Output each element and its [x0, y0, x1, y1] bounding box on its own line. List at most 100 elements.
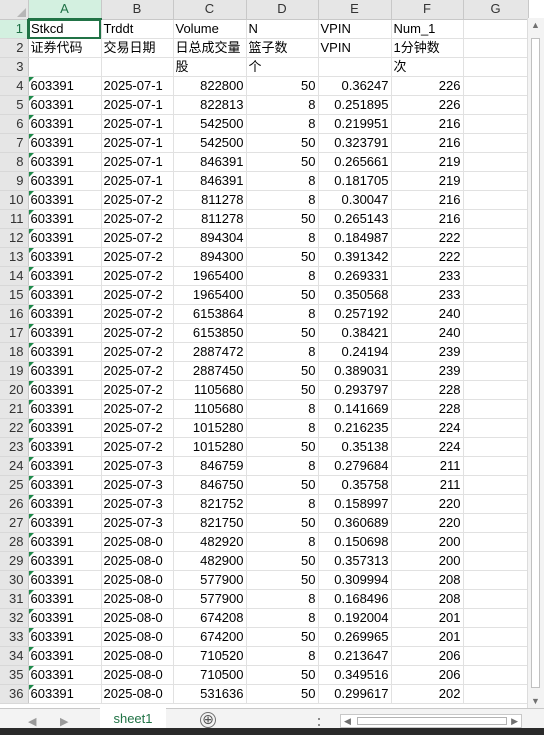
scroll-down-icon[interactable]: ▼: [531, 696, 540, 706]
cell-g9[interactable]: [463, 171, 529, 191]
cell-f11[interactable]: 216: [391, 209, 464, 229]
cell-g12[interactable]: [463, 228, 529, 248]
tab-splitter-handle[interactable]: [318, 715, 320, 729]
cell-f28[interactable]: 200: [391, 532, 464, 552]
cell-e3[interactable]: [318, 57, 392, 77]
cell-g4[interactable]: [463, 76, 529, 96]
cell-c14[interactable]: 1965400: [173, 266, 247, 286]
cell-c23[interactable]: 1015280: [173, 437, 247, 457]
cell-a12[interactable]: 603391: [28, 228, 102, 248]
row-header[interactable]: 23: [0, 437, 29, 457]
cell-e2[interactable]: VPIN: [318, 38, 392, 58]
cell-f1[interactable]: Num_1: [391, 19, 464, 39]
cell-b33[interactable]: 2025-08-0: [101, 627, 174, 647]
cell-b9[interactable]: 2025-07-1: [101, 171, 174, 191]
cell-a35[interactable]: 603391: [28, 665, 102, 685]
select-all-corner[interactable]: [0, 0, 29, 20]
cell-g21[interactable]: [463, 399, 529, 419]
cell-g27[interactable]: [463, 513, 529, 533]
cell-c28[interactable]: 482920: [173, 532, 247, 552]
cell-e5[interactable]: 0.251895: [318, 95, 392, 115]
cell-f6[interactable]: 216: [391, 114, 464, 134]
cell-g25[interactable]: [463, 475, 529, 495]
cell-d4[interactable]: 50: [246, 76, 319, 96]
cell-b32[interactable]: 2025-08-0: [101, 608, 174, 628]
cell-a20[interactable]: 603391: [28, 380, 102, 400]
row-header[interactable]: 28: [0, 532, 29, 552]
cell-c17[interactable]: 6153850: [173, 323, 247, 343]
cell-c16[interactable]: 6153864: [173, 304, 247, 324]
cell-b4[interactable]: 2025-07-1: [101, 76, 174, 96]
cell-f20[interactable]: 228: [391, 380, 464, 400]
cell-c30[interactable]: 577900: [173, 570, 247, 590]
cell-g22[interactable]: [463, 418, 529, 438]
column-header-a[interactable]: A: [28, 0, 102, 20]
cell-e18[interactable]: 0.24194: [318, 342, 392, 362]
cell-e17[interactable]: 0.38421: [318, 323, 392, 343]
cell-b19[interactable]: 2025-07-2: [101, 361, 174, 381]
cell-a4[interactable]: 603391: [28, 76, 102, 96]
cell-c13[interactable]: 894300: [173, 247, 247, 267]
vertical-scrollbar[interactable]: ▲ ▼: [527, 18, 544, 708]
cell-c6[interactable]: 542500: [173, 114, 247, 134]
cell-d16[interactable]: 8: [246, 304, 319, 324]
cell-c7[interactable]: 542500: [173, 133, 247, 153]
cell-f7[interactable]: 216: [391, 133, 464, 153]
row-header[interactable]: 36: [0, 684, 29, 704]
cell-a1[interactable]: Stkcd: [28, 19, 102, 39]
cell-d30[interactable]: 50: [246, 570, 319, 590]
cell-c25[interactable]: 846750: [173, 475, 247, 495]
cell-e33[interactable]: 0.269965: [318, 627, 392, 647]
cell-b12[interactable]: 2025-07-2: [101, 228, 174, 248]
cell-d33[interactable]: 50: [246, 627, 319, 647]
cell-a8[interactable]: 603391: [28, 152, 102, 172]
cell-a16[interactable]: 603391: [28, 304, 102, 324]
cell-e30[interactable]: 0.309994: [318, 570, 392, 590]
cell-d17[interactable]: 50: [246, 323, 319, 343]
cell-f9[interactable]: 219: [391, 171, 464, 191]
cell-a19[interactable]: 603391: [28, 361, 102, 381]
cell-a13[interactable]: 603391: [28, 247, 102, 267]
cell-a33[interactable]: 603391: [28, 627, 102, 647]
cell-d15[interactable]: 50: [246, 285, 319, 305]
row-header[interactable]: 20: [0, 380, 29, 400]
cell-d31[interactable]: 8: [246, 589, 319, 609]
cell-g23[interactable]: [463, 437, 529, 457]
cell-d27[interactable]: 50: [246, 513, 319, 533]
row-header[interactable]: 18: [0, 342, 29, 362]
row-header[interactable]: 14: [0, 266, 29, 286]
cell-c10[interactable]: 811278: [173, 190, 247, 210]
cell-b6[interactable]: 2025-07-1: [101, 114, 174, 134]
cell-g31[interactable]: [463, 589, 529, 609]
cell-b25[interactable]: 2025-07-3: [101, 475, 174, 495]
cell-e26[interactable]: 0.158997: [318, 494, 392, 514]
cell-f12[interactable]: 222: [391, 228, 464, 248]
cell-b30[interactable]: 2025-08-0: [101, 570, 174, 590]
cell-a14[interactable]: 603391: [28, 266, 102, 286]
cell-f31[interactable]: 208: [391, 589, 464, 609]
cell-f10[interactable]: 216: [391, 190, 464, 210]
cell-c27[interactable]: 821750: [173, 513, 247, 533]
cell-g34[interactable]: [463, 646, 529, 666]
cell-f21[interactable]: 228: [391, 399, 464, 419]
cell-a23[interactable]: 603391: [28, 437, 102, 457]
cell-e12[interactable]: 0.184987: [318, 228, 392, 248]
row-header[interactable]: 35: [0, 665, 29, 685]
cell-e10[interactable]: 0.30047: [318, 190, 392, 210]
cell-a27[interactable]: 603391: [28, 513, 102, 533]
cell-d34[interactable]: 8: [246, 646, 319, 666]
row-header[interactable]: 25: [0, 475, 29, 495]
cell-d28[interactable]: 8: [246, 532, 319, 552]
cell-d8[interactable]: 50: [246, 152, 319, 172]
cell-g6[interactable]: [463, 114, 529, 134]
cell-a25[interactable]: 603391: [28, 475, 102, 495]
row-header[interactable]: 19: [0, 361, 29, 381]
cell-f34[interactable]: 206: [391, 646, 464, 666]
cell-d2[interactable]: 篮子数: [246, 38, 319, 58]
cell-e1[interactable]: VPIN: [318, 19, 392, 39]
cell-g33[interactable]: [463, 627, 529, 647]
cell-g28[interactable]: [463, 532, 529, 552]
cell-b1[interactable]: Trddt: [101, 19, 174, 39]
row-header[interactable]: 2: [0, 38, 29, 58]
scroll-right-icon[interactable]: ▶: [511, 715, 518, 727]
